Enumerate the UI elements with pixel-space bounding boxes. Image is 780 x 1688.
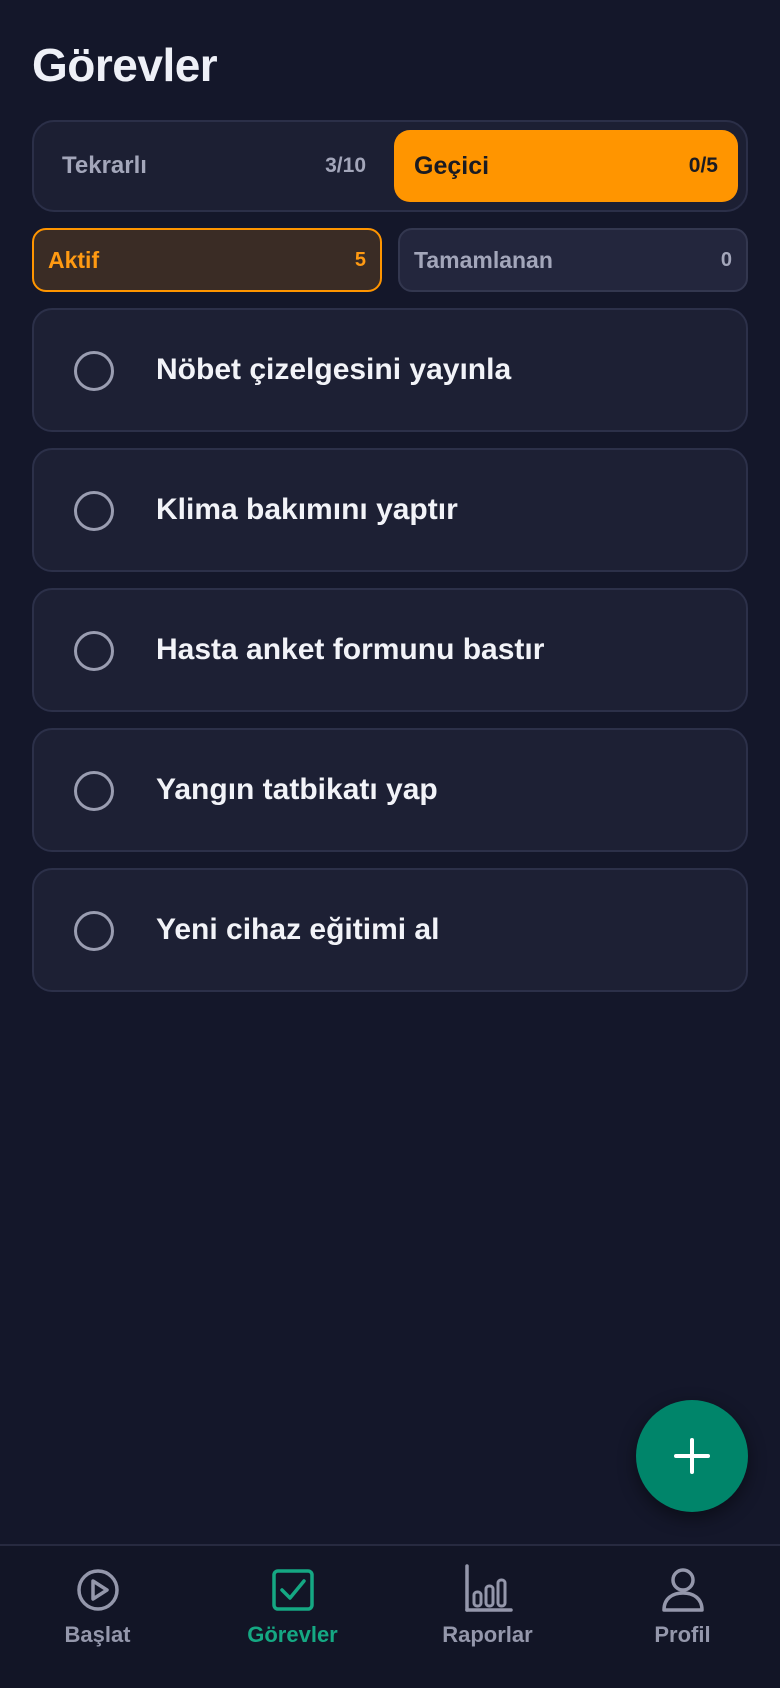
bar-chart-icon <box>464 1564 513 1612</box>
plus-icon <box>674 1438 710 1474</box>
task-type-segmented-control: Tekrarlı 3/10 Geçici 0/5 <box>32 120 748 212</box>
task-checkbox[interactable] <box>74 351 114 391</box>
bottom-nav: Başlat Görevler Raporlar Profil <box>0 1544 780 1688</box>
task-title: Klima bakımını yaptır <box>156 493 458 526</box>
task-checkbox[interactable] <box>74 491 114 531</box>
task-checkbox[interactable] <box>74 911 114 951</box>
tab-temporary-label: Geçici <box>414 151 490 180</box>
tab-temporary[interactable]: Geçici 0/5 <box>394 130 738 202</box>
nav-item-tasks[interactable]: Görevler <box>195 1546 390 1688</box>
tasks-screen: Görevler Tekrarlı 3/10 Geçici 0/5 Aktif … <box>0 0 780 1688</box>
play-circle-icon <box>76 1569 119 1611</box>
task-item[interactable]: Hasta anket formunu bastır <box>32 588 748 712</box>
tab-recurring-count: 3/10 <box>325 154 366 177</box>
nav-label: Profil <box>654 1622 711 1647</box>
nav-item-profile[interactable]: Profil <box>585 1546 780 1688</box>
task-title: Yeni cihaz eğitimi al <box>156 913 440 946</box>
person-icon <box>661 1568 704 1612</box>
filter-completed[interactable]: Tamamlanan 0 <box>398 228 748 292</box>
task-checkbox[interactable] <box>74 771 114 811</box>
task-item[interactable]: Yeni cihaz eğitimi al <box>32 868 748 992</box>
nav-label: Raporlar <box>442 1622 533 1647</box>
task-item[interactable]: Klima bakımını yaptır <box>32 448 748 572</box>
tab-recurring-label: Tekrarlı <box>62 152 147 179</box>
task-item[interactable]: Nöbet çizelgesini yayınla <box>32 308 748 432</box>
nav-label: Görevler <box>247 1622 338 1647</box>
filter-active[interactable]: Aktif 5 <box>32 228 382 292</box>
filter-active-count: 5 <box>354 248 366 271</box>
task-title: Hasta anket formunu bastır <box>156 633 545 666</box>
tab-recurring[interactable]: Tekrarlı 3/10 <box>42 130 386 202</box>
nav-item-reports[interactable]: Raporlar <box>390 1546 585 1688</box>
filter-completed-label: Tamamlanan <box>414 246 553 273</box>
task-title: Nöbet çizelgesini yayınla <box>156 353 512 386</box>
task-item[interactable]: Yangın tatbikatı yap <box>32 728 748 852</box>
nav-label: Başlat <box>64 1622 131 1647</box>
tab-temporary-count: 0/5 <box>688 154 718 177</box>
page-title: Görevler <box>32 39 218 91</box>
filter-active-label: Aktif <box>48 246 100 273</box>
nav-item-start[interactable]: Başlat <box>0 1546 195 1688</box>
filter-completed-count: 0 <box>720 248 732 271</box>
task-checkbox[interactable] <box>74 631 114 671</box>
checkbox-icon <box>271 1569 314 1611</box>
add-task-button[interactable] <box>636 1400 748 1512</box>
task-title: Yangın tatbikatı yap <box>156 773 438 806</box>
